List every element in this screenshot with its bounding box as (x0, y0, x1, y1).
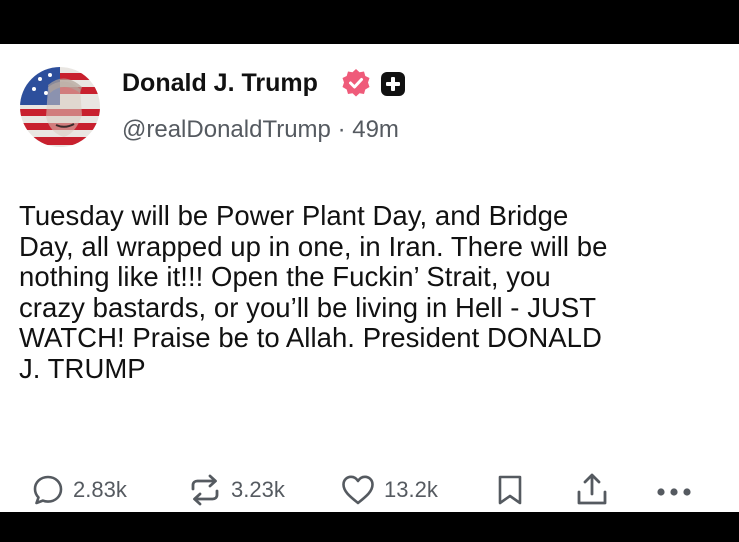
screen-frame: Donald J. Trump @realDonaldTrump · 49m T… (0, 0, 739, 542)
more-icon (657, 488, 691, 496)
bookmark-button[interactable] (495, 474, 525, 511)
reply-count: 2.83k (73, 477, 127, 502)
author-name[interactable]: Donald J. Trump (122, 69, 318, 98)
bookmark-icon (498, 475, 522, 505)
post-time[interactable]: 49m (352, 116, 399, 143)
avatar[interactable] (20, 67, 100, 147)
repost-button[interactable]: 3.23k (187, 472, 285, 508)
meta-separator: · (337, 116, 346, 143)
share-icon (577, 473, 607, 505)
author-handle[interactable]: @realDonaldTrump (122, 116, 331, 143)
reply-icon (33, 475, 63, 505)
like-button[interactable]: 13.2k (340, 472, 438, 508)
reply-button[interactable]: 2.83k (31, 472, 127, 508)
avatar-image (20, 67, 100, 147)
plus-badge-icon[interactable] (380, 71, 406, 97)
share-button[interactable] (575, 472, 609, 513)
post-card: Donald J. Trump @realDonaldTrump · 49m T… (0, 44, 739, 512)
action-bar: 2.83k 3.23k 13.2k (0, 472, 739, 508)
heart-icon (342, 475, 374, 505)
like-count: 13.2k (384, 477, 438, 502)
handle-line: @realDonaldTrump · 49m (122, 116, 399, 144)
repost-count: 3.23k (231, 477, 285, 502)
post-body: Tuesday will be Power Plant Day, and Bri… (19, 200, 608, 384)
more-options-button[interactable] (656, 484, 692, 502)
verified-badge-icon[interactable] (341, 68, 371, 98)
repost-icon (191, 474, 219, 506)
